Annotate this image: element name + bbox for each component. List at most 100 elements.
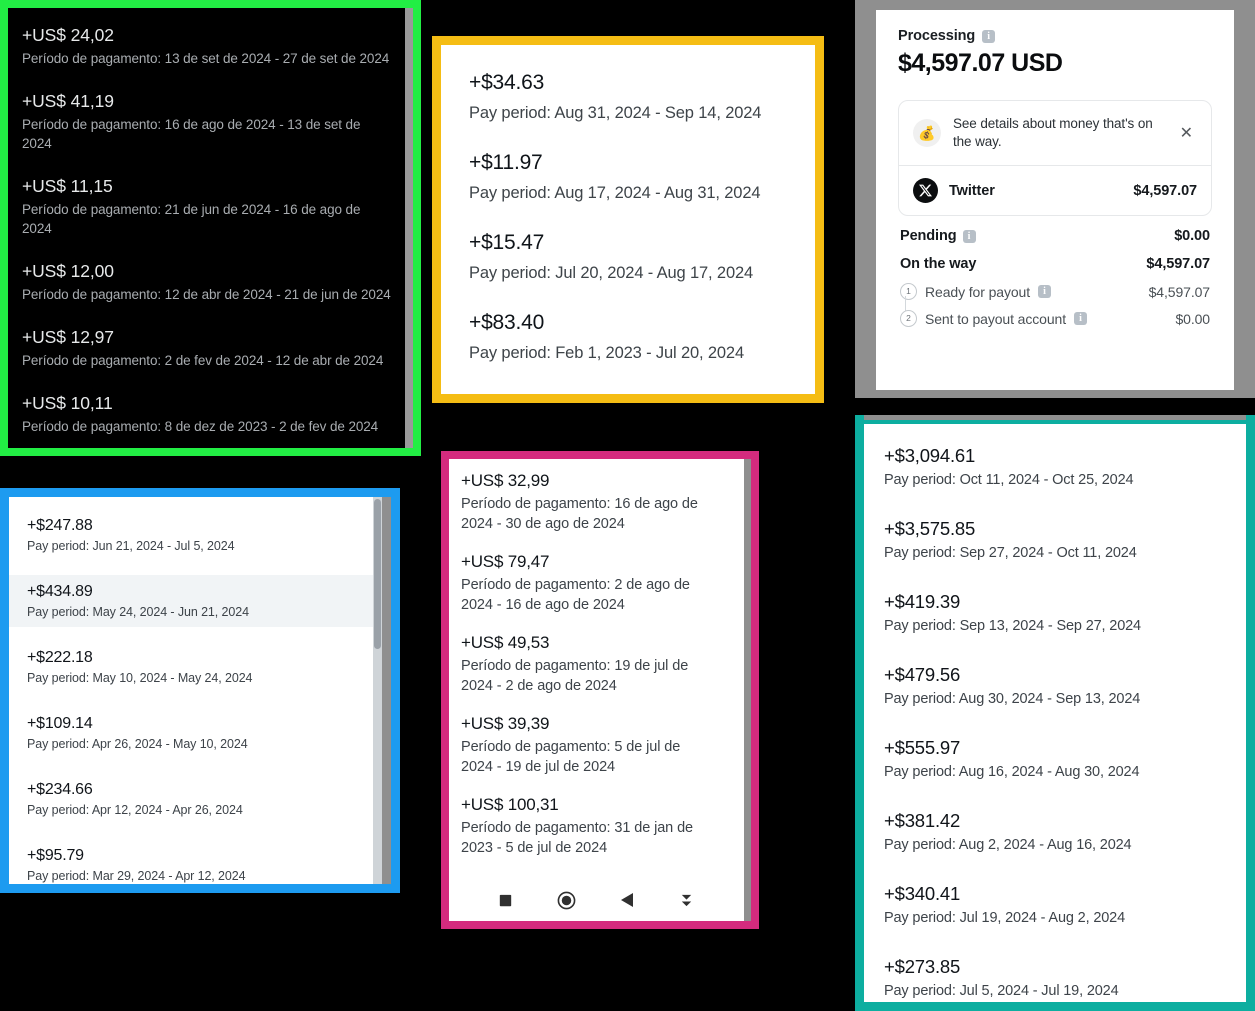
payout-row[interactable]: +$15.47 Pay period: Jul 20, 2024 - Aug 1… (469, 229, 815, 285)
step-label: Sent to payout account (925, 310, 1067, 327)
payout-period: Período de pagamento: 21 de jun de 2024 … (22, 202, 361, 236)
payout-row[interactable]: +$234.66 Pay period: Apr 12, 2024 - Apr … (9, 773, 382, 825)
payout-amount: +$234.66 (27, 781, 93, 798)
payout-amount: +$222.18 (27, 649, 93, 666)
payout-period: Período de pagamento: 19 de jul de 2024 … (461, 658, 689, 694)
money-bag-glyph: 💰 (918, 124, 936, 141)
payout-row[interactable]: +US$ 49,53 Período de pagamento: 19 de j… (461, 631, 744, 696)
pending-amount: $0.00 (1174, 228, 1210, 244)
payout-amount: +$381.42 (884, 810, 961, 831)
payout-row[interactable]: +US$ 24,02 Período de pagamento: 13 de s… (22, 24, 391, 68)
payout-row[interactable]: +$109.14 Pay period: Apr 26, 2024 - May … (9, 707, 382, 759)
payout-row[interactable]: +$419.39 Pay period: Sep 13, 2024 - Sep … (884, 590, 1246, 637)
payout-amount: +US$ 100,31 (461, 795, 559, 814)
back-triangle-icon[interactable] (620, 892, 634, 908)
payout-row[interactable]: +$3,094.61 Pay period: Oct 11, 2024 - Oc… (884, 444, 1246, 491)
payout-amount: +$247.88 (27, 517, 93, 534)
payout-row[interactable]: +$34.63 Pay period: Aug 31, 2024 - Sep 1… (469, 69, 815, 125)
payout-period: Pay period: Apr 12, 2024 - Apr 26, 2024 (27, 803, 243, 817)
payout-amount: +US$ 12,00 (22, 261, 114, 281)
yellow-highlighted-payout-list-panel: +$34.63 Pay period: Aug 31, 2024 - Sep 1… (432, 36, 824, 403)
step-ready-for-payout-row: 1 Ready for payout i $4,597.07 (898, 278, 1212, 314)
payout-period: Pay period: Jun 21, 2024 - Jul 5, 2024 (27, 539, 235, 553)
payout-row[interactable]: +US$ 32,99 Período de pagamento: 16 de a… (461, 469, 744, 534)
brand-payout-row[interactable]: Twitter $4,597.07 (899, 166, 1211, 215)
teal-panel-content[interactable]: +$3,094.61 Pay period: Oct 11, 2024 - Oc… (864, 424, 1246, 1002)
android-navigation-bar (449, 883, 744, 921)
payout-row[interactable]: +US$ 100,31 Período de pagamento: 31 de … (461, 793, 744, 858)
yellow-panel-content[interactable]: +$34.63 Pay period: Aug 31, 2024 - Sep 1… (441, 45, 815, 394)
payout-amount: +$3,094.61 (884, 445, 976, 466)
info-icon[interactable]: i (1074, 312, 1088, 325)
pink-panel-content[interactable]: +US$ 32,99 Período de pagamento: 16 de a… (449, 459, 744, 921)
on-the-way-amount: $4,597.07 (1146, 256, 1210, 272)
processing-label: Processing (898, 28, 976, 44)
payout-card-content[interactable]: Processing i $4,597.07 USD 💰 See details… (876, 10, 1234, 390)
recent-apps-square-icon[interactable] (499, 894, 512, 907)
payout-period: Pay period: Aug 30, 2024 - Sep 13, 2024 (884, 691, 1141, 707)
payout-row[interactable]: +$555.97 Pay period: Aug 16, 2024 - Aug … (884, 736, 1246, 783)
payout-amount: +US$ 49,53 (461, 633, 550, 652)
payout-period: Período de pagamento: 31 de jan de 2023 … (461, 820, 694, 856)
payout-period: Pay period: Aug 17, 2024 - Aug 31, 2024 (469, 184, 761, 202)
blue-panel-content[interactable]: +$247.88 Pay period: Jun 21, 2024 - Jul … (9, 497, 382, 884)
payout-amount: +$11.97 (469, 151, 543, 174)
payout-amount: +US$ 12,97 (22, 327, 114, 347)
money-on-the-way-notice: 💰 See details about money that's on the … (898, 100, 1212, 216)
payout-row[interactable]: +$247.88 Pay period: Jun 21, 2024 - Jul … (9, 509, 382, 561)
payout-period: Pay period: Feb 1, 2023 - Jul 20, 2024 (469, 344, 744, 362)
pink-highlighted-mobile-payout-panel: +US$ 32,99 Período de pagamento: 16 de a… (441, 451, 759, 929)
x-twitter-logo-icon (913, 178, 938, 203)
payout-row[interactable]: +US$ 41,19 Período de pagamento: 16 de a… (22, 90, 391, 153)
payout-period: Pay period: Sep 27, 2024 - Oct 11, 2024 (884, 545, 1137, 561)
scrollbar-thumb[interactable] (374, 499, 381, 649)
payout-row[interactable]: +$479.56 Pay period: Aug 30, 2024 - Sep … (884, 663, 1246, 710)
payout-period: Pay period: May 24, 2024 - Jun 21, 2024 (27, 605, 249, 619)
step-amount: $0.00 (1175, 310, 1210, 327)
payout-row[interactable]: +$340.41 Pay period: Jul 19, 2024 - Aug … (884, 882, 1246, 929)
green-panel-content[interactable]: +US$ 24,02 Período de pagamento: 13 de s… (8, 8, 405, 448)
payout-amount: +$95.79 (27, 847, 84, 864)
home-circle-icon[interactable] (557, 891, 576, 910)
payout-period: Período de pagamento: 16 de ago de 2024 … (22, 117, 361, 151)
payout-row[interactable]: +US$ 39,39 Período de pagamento: 5 de ju… (461, 712, 744, 777)
processing-status-header: Processing i (898, 28, 1212, 44)
payout-amount: +US$ 79,47 (461, 552, 550, 571)
payout-row[interactable]: +$273.85 Pay period: Jul 5, 2024 - Jul 1… (884, 955, 1246, 1002)
payout-row[interactable]: +US$ 12,00 Período de pagamento: 12 de a… (22, 260, 391, 304)
step-number-badge: 2 (900, 310, 917, 327)
payout-period: Pay period: Sep 13, 2024 - Sep 27, 2024 (884, 618, 1141, 634)
info-icon[interactable]: i (962, 229, 976, 243)
payout-row[interactable]: +$3,575.85 Pay period: Sep 27, 2024 - Oc… (884, 517, 1246, 564)
info-icon[interactable]: i (1038, 285, 1052, 298)
payout-period: Período de pagamento: 2 de fev de 2024 -… (22, 353, 384, 368)
payout-amount: +$273.85 (884, 956, 961, 977)
payout-row-highlighted[interactable]: +$434.89 Pay period: May 24, 2024 - Jun … (9, 575, 382, 627)
payout-amount: +US$ 10,11 (22, 393, 113, 413)
payout-amount: +$340.41 (884, 883, 961, 904)
payout-row[interactable]: +US$ 79,47 Período de pagamento: 2 de ag… (461, 550, 744, 615)
payout-row[interactable]: +US$ 10,11 Período de pagamento: 8 de de… (22, 392, 391, 436)
payout-row[interactable]: +$83.40 Pay period: Feb 1, 2023 - Jul 20… (469, 309, 815, 365)
step-number-badge: 1 (900, 283, 917, 300)
info-icon[interactable]: i (982, 29, 996, 43)
payout-row[interactable]: +US$ 12,97 Período de pagamento: 2 de fe… (22, 326, 391, 370)
payout-row[interactable]: +$381.42 Pay period: Aug 2, 2024 - Aug 1… (884, 809, 1246, 856)
processing-total-amount: $4,597.07 USD (898, 49, 1063, 77)
vertical-scrollbar[interactable] (373, 497, 382, 884)
payout-amount: +$434.89 (27, 583, 93, 600)
payout-row[interactable]: +$11.97 Pay period: Aug 17, 2024 - Aug 3… (469, 149, 815, 205)
payout-breakdown-list: Pending i $0.00 On the way $4,597.07 1 R… (898, 216, 1212, 332)
payout-period: Pay period: May 10, 2024 - May 24, 2024 (27, 671, 253, 685)
payout-row[interactable]: +US$ 11,15 Período de pagamento: 21 de j… (22, 175, 391, 238)
payout-period: Período de pagamento: 16 de ago de 2024 … (461, 496, 698, 532)
hide-keyboard-icon[interactable] (679, 892, 694, 909)
payout-amount: +$479.56 (884, 664, 961, 685)
payout-row[interactable]: +$95.79 Pay period: Mar 29, 2024 - Apr 1… (9, 839, 382, 884)
payout-amount: +$419.39 (884, 591, 961, 612)
payout-period: Período de pagamento: 8 de dez de 2023 -… (22, 419, 379, 434)
close-icon[interactable]: ✕ (1174, 123, 1199, 143)
payout-amount: +$15.47 (469, 231, 545, 254)
step-label: Ready for payout (925, 283, 1031, 300)
payout-row[interactable]: +$222.18 Pay period: May 10, 2024 - May … (9, 641, 382, 693)
